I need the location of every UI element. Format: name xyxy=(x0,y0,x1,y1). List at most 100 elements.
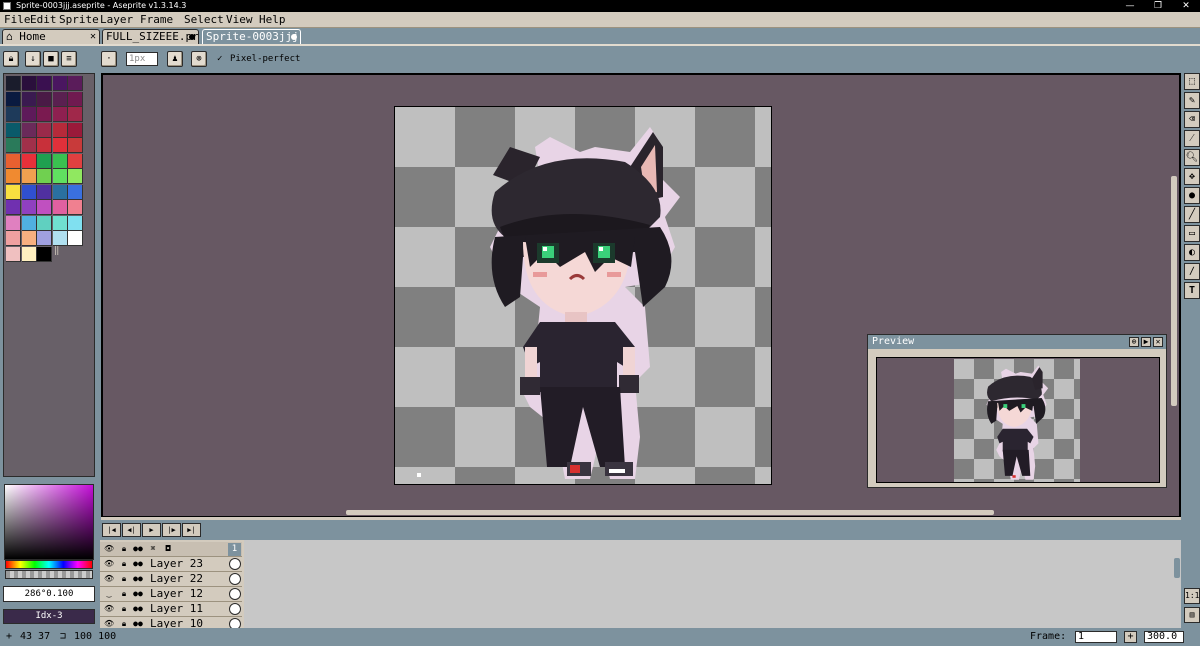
palette-swatch[interactable] xyxy=(37,153,52,169)
timeline-settings-icon[interactable]: ▥ xyxy=(1184,607,1200,623)
palette-swatch[interactable] xyxy=(52,200,68,215)
move-tool-icon[interactable]: ✥ xyxy=(1184,168,1200,185)
lock-icon[interactable]: 🔒︎ xyxy=(119,604,129,614)
eye-icon[interactable]: 👁︎ xyxy=(104,559,114,569)
palette-swatch[interactable] xyxy=(6,138,21,153)
palette-swatch[interactable] xyxy=(52,231,68,246)
palette-swatch[interactable] xyxy=(37,215,52,231)
palette-swatch[interactable] xyxy=(37,169,52,184)
menu-sprite[interactable]: Sprite xyxy=(59,13,99,27)
palette-swatch[interactable] xyxy=(37,122,52,138)
continuous-icon[interactable]: ●● xyxy=(133,589,143,599)
tab-home[interactable]: ⌂ Home ✕ xyxy=(2,29,100,44)
palette-swatch[interactable] xyxy=(6,107,21,122)
lock-icon[interactable]: 🔒︎ xyxy=(119,574,129,584)
palette-swatch[interactable] xyxy=(6,231,21,246)
palette-swatch[interactable] xyxy=(21,184,37,200)
continuous-icon[interactable]: ●● xyxy=(133,574,143,584)
palette-swatch[interactable] xyxy=(68,76,83,91)
lock-icon[interactable]: 🔒︎ xyxy=(119,544,129,554)
palette-swatch[interactable] xyxy=(37,231,52,246)
menu-file[interactable]: File xyxy=(4,13,31,27)
minimize-button[interactable]: — xyxy=(1116,0,1144,12)
palette-swatch[interactable] xyxy=(21,91,37,107)
palette-swatch[interactable] xyxy=(6,246,21,262)
brush-preview-icon[interactable]: · xyxy=(101,51,117,67)
preview-play-icon[interactable]: ▶ xyxy=(1141,337,1151,347)
palette-swatch[interactable] xyxy=(6,153,21,169)
onion-skin-icon[interactable]: ◘ xyxy=(163,544,173,554)
sprite-canvas[interactable] xyxy=(394,106,772,485)
palette-swatch[interactable] xyxy=(21,122,37,138)
layer-row[interactable]: 👁︎ 🔒︎ ●● Layer 10 xyxy=(100,617,242,628)
cel-empty[interactable] xyxy=(229,603,241,615)
cel-empty[interactable] xyxy=(229,558,241,570)
lock-icon[interactable]: 🔒︎ xyxy=(119,619,129,628)
play-icon[interactable]: ▶ xyxy=(142,523,161,537)
zoom-input[interactable]: 300.0 xyxy=(1144,631,1184,643)
palette-swatch[interactable] xyxy=(37,138,52,153)
palette-swatch[interactable] xyxy=(52,107,68,122)
zoom-tool-icon[interactable]: 🔍︎ xyxy=(1184,149,1200,166)
palette-swatch[interactable] xyxy=(68,153,83,169)
tab-full-sizeee[interactable]: FULL_SIZEEE.pr xyxy=(102,29,199,44)
palette-swatch[interactable] xyxy=(52,138,68,153)
palette-swatch[interactable] xyxy=(52,76,68,91)
palette-swatch[interactable] xyxy=(68,215,83,231)
eyedropper-tool-icon[interactable]: ⁄ xyxy=(1184,130,1200,147)
frame-input[interactable]: 1 xyxy=(1075,631,1117,643)
eye-icon[interactable]: 👁︎ xyxy=(104,574,114,584)
layer-row[interactable]: ‿ 🔒︎ ●● Layer 12 xyxy=(100,587,242,602)
palette-swatch[interactable] xyxy=(37,246,52,262)
palette-swatch[interactable] xyxy=(21,153,37,169)
tab-sprite-0003jjj[interactable]: Sprite-0003jjj.a xyxy=(202,29,301,44)
timeline-scrollbar[interactable] xyxy=(1174,558,1180,578)
ink-icon[interactable]: ♟ xyxy=(167,51,183,67)
palette-swatch[interactable] xyxy=(52,184,68,200)
palette-swatch[interactable] xyxy=(21,107,37,122)
color-index-field[interactable]: Idx-3 xyxy=(3,609,95,624)
lock-icon[interactable]: 🔒︎ xyxy=(119,589,129,599)
text-tool-icon[interactable]: T xyxy=(1184,282,1200,299)
layer-row[interactable]: 👁︎ 🔒︎ ●● Layer 22 xyxy=(100,572,242,587)
fill-tool-icon[interactable]: ● xyxy=(1184,187,1200,204)
palette-swatch[interactable] xyxy=(6,122,21,138)
close-icon[interactable]: ✕ xyxy=(90,30,96,43)
palette-swatch[interactable] xyxy=(68,122,83,138)
palette-swatch[interactable] xyxy=(6,169,21,184)
frame-header-1[interactable]: 1 xyxy=(228,543,241,556)
cel-empty[interactable] xyxy=(229,573,241,585)
palette-swatch[interactable] xyxy=(68,138,83,153)
continuous-icon[interactable]: ●● xyxy=(133,604,143,614)
new-frame-icon[interactable]: + xyxy=(1124,631,1137,643)
shading-tool-icon[interactable]: ◐ xyxy=(1184,244,1200,261)
color-selector[interactable] xyxy=(4,484,94,560)
palette-swatch[interactable] xyxy=(68,169,83,184)
line-tool-icon[interactable]: ╱ xyxy=(1184,206,1200,223)
palette-swatch[interactable] xyxy=(37,107,52,122)
brush-type-icon[interactable]: ↓ xyxy=(25,51,41,67)
square-brush-icon[interactable]: ■ xyxy=(43,51,59,67)
menu-lines-icon[interactable]: ≡ xyxy=(61,51,77,67)
palette-swatch[interactable] xyxy=(52,169,68,184)
continuous-icon[interactable]: ●● xyxy=(133,559,143,569)
palette-swatch[interactable] xyxy=(21,200,37,215)
palette-swatch[interactable] xyxy=(21,76,37,91)
palette-swatch[interactable] xyxy=(52,122,68,138)
palette-swatch[interactable] xyxy=(21,246,37,262)
palette-swatch[interactable] xyxy=(52,153,68,169)
pixel-perfect-checkbox[interactable]: ✓ xyxy=(217,53,222,65)
hue-slider[interactable] xyxy=(5,560,93,569)
menu-select[interactable]: Select xyxy=(184,13,224,27)
brush-size-input[interactable]: 1px xyxy=(126,52,158,66)
eraser-tool-icon[interactable]: ⌫ xyxy=(1184,111,1200,128)
last-frame-icon[interactable]: ▶| xyxy=(182,523,201,537)
palette-swatch[interactable] xyxy=(6,76,21,91)
dynamics-icon[interactable]: ⊚ xyxy=(191,51,207,67)
palette-swatch[interactable] xyxy=(21,215,37,231)
eye-icon[interactable]: 👁︎ xyxy=(104,544,114,554)
layer-row[interactable]: 👁︎ 🔒︎ ●● Layer 11 xyxy=(100,602,242,617)
menu-layer[interactable]: Layer xyxy=(100,13,133,27)
menu-frame[interactable]: Frame xyxy=(140,13,173,27)
lock-icon[interactable]: 🔒︎ xyxy=(3,51,19,67)
